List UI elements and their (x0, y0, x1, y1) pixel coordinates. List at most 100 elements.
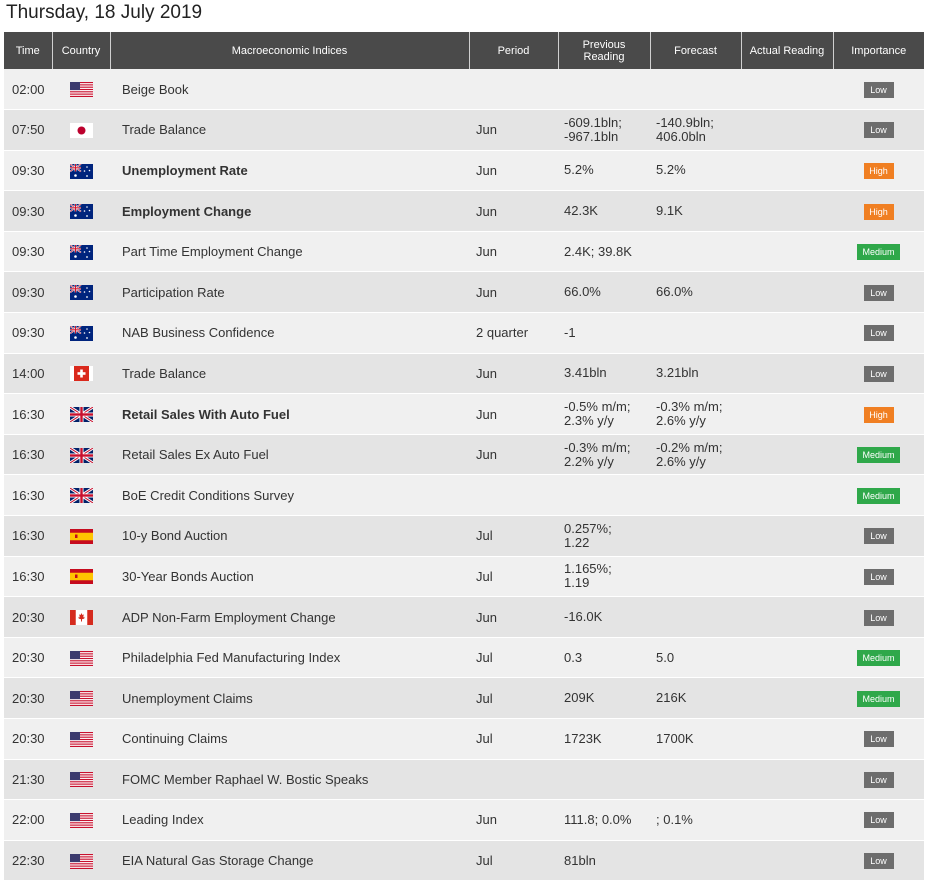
row-forecast (650, 759, 741, 801)
importance-badge: Low (863, 284, 894, 301)
row-event-link[interactable]: ADP Non-Farm Employment Change (110, 596, 469, 638)
row-actual-reading (741, 312, 833, 354)
row-event-link[interactable]: Retail Sales Ex Auto Fuel (110, 434, 469, 476)
table-row[interactable]: 22:00 Leading Index Jun 111.8; 0.0%; 0.1% Lo… (4, 799, 924, 841)
row-event-link[interactable]: Unemployment Rate (110, 150, 469, 192)
table-row[interactable]: 16:30 BoE Credit Conditions Survey Medium (4, 474, 924, 517)
row-event-link[interactable]: 30-Year Bonds Auction (110, 556, 469, 598)
row-importance: High (833, 150, 924, 192)
row-event-link[interactable]: Beige Book (110, 69, 469, 111)
importance-badge: Low (863, 731, 894, 748)
row-country (52, 109, 110, 151)
row-event-link[interactable]: Retail Sales With Auto Fuel (110, 393, 469, 435)
row-period: Jun (469, 190, 558, 232)
row-forecast: 5.2% (650, 150, 741, 192)
table-row[interactable]: 09:30 NAB Business Confidence 2 quarter -1 L… (4, 312, 924, 354)
table-row[interactable]: 20:30 Philadelphia Fed Manufacturing Inde… (4, 637, 924, 679)
table-row[interactable]: 14:00 Trade Balance Jun 3.41bln 3.21bln Low (4, 353, 924, 395)
row-time: 02:00 (4, 69, 52, 111)
table-row[interactable]: 20:30 Unemployment Claims Jul 209K 216K Mediu… (4, 677, 924, 719)
importance-badge: Low (863, 853, 894, 870)
row-forecast: 66.0% (650, 271, 741, 314)
spain-flag-icon (69, 528, 93, 544)
row-forecast (650, 231, 741, 273)
row-time: 16:30 (4, 393, 52, 435)
row-event-link[interactable]: EIA Natural Gas Storage Change (110, 840, 469, 882)
table-row[interactable]: 09:30 Unemployment Rate Jun 5.2% 5.2% High (4, 150, 924, 192)
header-time[interactable]: Time (4, 32, 53, 69)
row-forecast: -140.9bln; 406.0bln (650, 109, 741, 151)
table-row[interactable]: 21:30 FOMC Member Raphael W. Bostic Speak… (4, 759, 924, 801)
row-importance: Medium (833, 231, 924, 273)
row-forecast: -0.3% m/m; 2.6% y/y (650, 393, 741, 435)
row-event-link[interactable]: Trade Balance (110, 353, 469, 395)
table-row[interactable]: 20:30 ADP Non-Farm Employment Change Jun -1… (4, 596, 924, 638)
table-row[interactable]: 09:30 Part Time Employment Change Jun 2.4K;… (4, 231, 924, 273)
table-row[interactable]: 16:30 30-Year Bonds Auction Jul 1.165%; 1.19… (4, 556, 924, 598)
row-actual-reading (741, 596, 833, 638)
row-period: Jun (469, 271, 558, 314)
row-country (52, 759, 110, 801)
row-forecast: 216K (650, 677, 741, 719)
row-importance: Low (833, 556, 924, 598)
header-importance[interactable]: Importance (833, 32, 924, 69)
row-event-link[interactable]: Leading Index (110, 799, 469, 841)
row-country (52, 434, 110, 476)
row-period (469, 69, 558, 111)
row-event-link[interactable]: Unemployment Claims (110, 677, 469, 719)
importance-badge: Low (863, 771, 894, 788)
header-period[interactable]: Period (469, 32, 559, 69)
row-previous-reading: -0.5% m/m; 2.3% y/y (558, 393, 650, 435)
row-event-link[interactable]: 10-y Bond Auction (110, 515, 469, 557)
row-event-link[interactable]: Participation Rate (110, 271, 469, 314)
row-time: 09:30 (4, 150, 52, 192)
row-event-link[interactable]: Employment Change (110, 190, 469, 232)
header-previous[interactable]: Previous Reading (558, 32, 651, 69)
row-period: Jun (469, 231, 558, 273)
row-event-link[interactable]: Trade Balance (110, 109, 469, 151)
row-country (52, 393, 110, 435)
row-time: 09:30 (4, 231, 52, 273)
table-row[interactable]: 09:30 Participation Rate Jun 66.0% 66.0% Low (4, 271, 924, 314)
header-actual[interactable]: Actual Reading (741, 32, 834, 69)
table-row[interactable]: 09:30 Employment Change Jun 42.3K 9.1K High (4, 190, 924, 232)
row-event-link[interactable]: Philadelphia Fed Manufacturing Index (110, 637, 469, 679)
row-importance: Low (833, 840, 924, 882)
row-event-link[interactable]: Continuing Claims (110, 718, 469, 760)
table-row[interactable]: 20:30 Continuing Claims Jul 1723K 1700K Low (4, 718, 924, 760)
us-flag-icon (69, 731, 93, 747)
table-row[interactable]: 07:50 Trade Balance Jun -609.1bln; -967.1bln… (4, 109, 924, 151)
header-forecast[interactable]: Forecast (650, 32, 742, 69)
row-forecast (650, 69, 741, 111)
row-forecast (650, 515, 741, 557)
row-actual-reading (741, 677, 833, 719)
importance-badge: Medium (857, 690, 900, 707)
us-flag-icon (69, 853, 93, 869)
row-previous-reading: 3.41bln (558, 353, 650, 395)
australia-flag-icon (69, 244, 93, 260)
row-period (469, 759, 558, 801)
header-previous-line1: Previous (582, 38, 626, 51)
row-country (52, 515, 110, 557)
row-country (52, 474, 110, 517)
row-event-link[interactable]: BoE Credit Conditions Survey (110, 474, 469, 517)
economic-calendar-table: Time Country Macroeconomic Indices Perio… (4, 32, 924, 882)
row-period: Jun (469, 393, 558, 435)
table-row[interactable]: 16:30 Retail Sales Ex Auto Fuel Jun -0.3% m… (4, 434, 924, 476)
table-row[interactable]: 22:30 EIA Natural Gas Storage Change Jul 81… (4, 840, 924, 882)
table-row[interactable]: 16:30 Retail Sales With Auto Fuel Jun -0.5%… (4, 393, 924, 435)
importance-badge: High (863, 406, 894, 423)
row-period: Jul (469, 637, 558, 679)
importance-badge: Low (863, 81, 894, 98)
header-country[interactable]: Country (52, 32, 111, 69)
row-event-link[interactable]: Part Time Employment Change (110, 231, 469, 273)
row-event-link[interactable]: NAB Business Confidence (110, 312, 469, 354)
header-index[interactable]: Macroeconomic Indices (110, 32, 470, 69)
row-actual-reading (741, 393, 833, 435)
us-flag-icon (69, 650, 93, 666)
table-row[interactable]: 16:30 10-y Bond Auction Jul 0.257%; 1.22 Low (4, 515, 924, 557)
table-row[interactable]: 02:00 Beige Book Low (4, 69, 924, 111)
importance-badge: Medium (857, 447, 900, 464)
row-event-link[interactable]: FOMC Member Raphael W. Bostic Speaks (110, 759, 469, 801)
importance-badge: Low (863, 122, 894, 139)
